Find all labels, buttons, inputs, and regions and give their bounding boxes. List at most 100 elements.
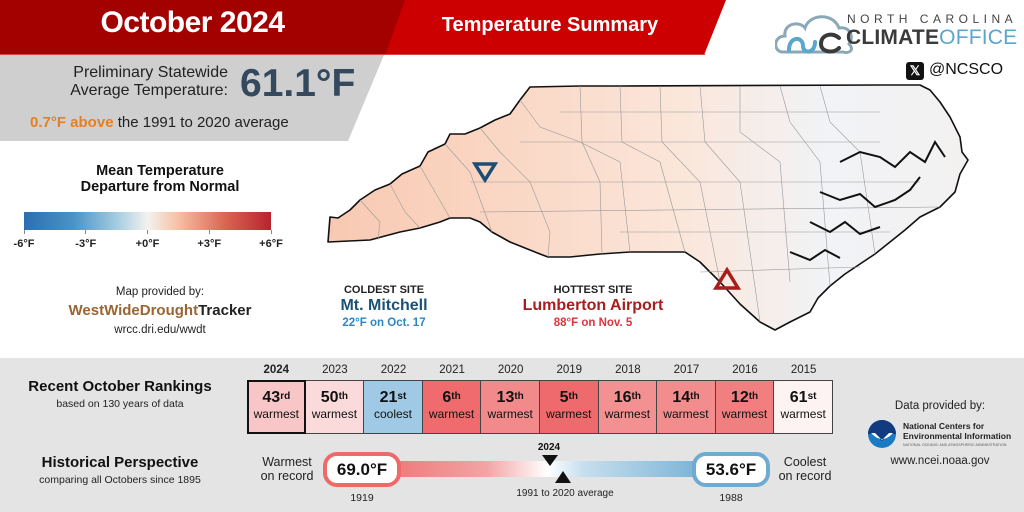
noaa-logo-icon — [868, 420, 896, 448]
legend-tick — [23, 230, 25, 234]
normal-average-marker-icon — [555, 471, 571, 483]
ranking-year: 2016 — [732, 364, 758, 376]
coolest-record-year: 1988 — [719, 492, 743, 504]
legend-tick — [270, 230, 272, 234]
ranking-year: 2020 — [497, 364, 524, 376]
departure-highlight: 0.7°F above — [30, 114, 114, 131]
ranking-year: 2024 — [263, 364, 290, 376]
ranking-box: 5th warmest — [539, 380, 599, 434]
ranking-year: 2019 — [556, 364, 583, 376]
current-year-label: 2024 — [537, 442, 561, 453]
coldest-site-heading: COLDEST SITE — [343, 284, 425, 296]
ranking-number: 50th — [320, 389, 349, 406]
ranking-box: 12th warmest — [715, 380, 775, 434]
social-handle[interactable]: @NCSCO — [929, 61, 1003, 79]
legend-tick-label: -3°F — [75, 238, 97, 250]
coolest-record-value: 53.6°F — [692, 452, 770, 487]
ranking-box: 16th warmest — [598, 380, 658, 434]
ranking-number: 43rd — [262, 389, 291, 406]
legend-tick-label: +0°F — [135, 238, 160, 250]
ranking-number: 12th — [730, 389, 759, 406]
ranking-year: 2015 — [790, 364, 817, 376]
ranking-description: warmest — [721, 407, 768, 421]
ranking-box: 14th warmest — [657, 380, 716, 434]
coolest-record-label: Coolest on record — [778, 455, 832, 483]
logo-text-top: NORTH CAROLINA — [847, 12, 1018, 26]
wwdt-brand: WestWideDroughtTracker — [68, 302, 252, 319]
rankings-strip: 2024 43rd warmest 2023 50th warmest 2022 21st co… — [247, 364, 833, 434]
hottest-site-heading: HOTTEST SITE — [553, 284, 633, 296]
ranking-item: 2019 5th warmest — [539, 364, 599, 434]
ranking-description: warmest — [253, 407, 299, 421]
ranking-item: 2020 13th warmest — [481, 364, 540, 434]
history-subtitle: comparing all Octobers since 1895 — [39, 474, 201, 486]
ranking-number: 5th — [559, 389, 578, 406]
coldest-site-name: Mt. Mitchell — [340, 297, 428, 314]
current-year-marker-icon — [542, 455, 558, 466]
logo-text-bottom: CLIMATEOFFICE — [846, 26, 1018, 49]
hottest-site-name: Lumberton Airport — [522, 297, 664, 314]
average-label: Preliminary Statewide Average Temperatur… — [70, 64, 228, 99]
warmest-record-value: 69.0°F — [323, 452, 401, 487]
ranking-box: 43rd warmest — [247, 380, 306, 434]
x-twitter-icon[interactable]: 𝕏 — [906, 62, 924, 80]
ranking-description: warmest — [546, 407, 592, 421]
legend-tick-label: +6°F — [259, 238, 283, 250]
page-subtitle: Temperature Summary — [441, 14, 659, 36]
history-title: Historical Perspective — [41, 454, 199, 471]
ranking-item: 2023 50th warmest — [305, 364, 365, 434]
ranking-description: warmest — [487, 407, 533, 421]
ranking-description: warmest — [311, 407, 358, 421]
ranking-description: coolest — [373, 407, 412, 421]
average-departure: 0.7°F above the 1991 to 2020 average — [30, 114, 289, 131]
hottest-site-detail: 88°F on Nov. 5 — [553, 317, 633, 329]
ranking-item: 2022 21st coolest — [364, 364, 423, 434]
ranking-item: 2018 16th warmest — [598, 364, 658, 434]
legend-tick-label: +3°F — [197, 238, 222, 250]
map-credit-label: Map provided by: — [115, 286, 205, 298]
ranking-box: 61st warmest — [774, 380, 833, 434]
ranking-item: 2021 6th warmest — [422, 364, 482, 434]
ranking-box: 50th warmest — [305, 380, 365, 434]
warmest-record-year: 1919 — [350, 492, 374, 504]
legend-tick — [147, 230, 148, 234]
ranking-year: 2022 — [380, 364, 407, 376]
page-title: October 2024 — [100, 6, 285, 39]
legend-title: Mean Temperature Departure from Normal — [80, 163, 240, 195]
ranking-number: 13th — [496, 389, 524, 406]
ranking-item: 2024 43rd warmest — [247, 364, 306, 434]
map-credit-url[interactable]: wrcc.dri.edu/wwdt — [60, 324, 260, 336]
ranking-description: warmest — [604, 407, 651, 421]
history-gradient-bar — [360, 461, 720, 477]
ranking-description: warmest — [663, 407, 709, 421]
ranking-number: 14th — [672, 389, 700, 406]
rankings-title: Recent October Rankings — [28, 378, 212, 395]
ranking-number: 61st — [789, 389, 817, 406]
hottest-site: HOTTEST SITE Lumberton Airport 88°F on N… — [493, 284, 693, 329]
rankings-subtitle: based on 130 years of data — [56, 398, 184, 410]
coldest-site-detail: 22°F on Oct. 17 — [342, 317, 426, 329]
ranking-item: 2015 61st warmest — [774, 364, 833, 434]
ranking-description: warmest — [428, 407, 475, 421]
data-credit-url[interactable]: www.ncei.noaa.gov — [860, 455, 1020, 467]
coldest-site: COLDEST SITE Mt. Mitchell 22°F on Oct. 1… — [284, 284, 484, 329]
ranking-year: 2017 — [673, 364, 700, 376]
ranking-description: warmest — [780, 407, 826, 421]
ranking-number: 21st — [379, 389, 407, 406]
ranking-box: 13th warmest — [481, 380, 540, 434]
ncei-subtitle: NATIONAL OCEANIC AND ATMOSPHERIC ADMINIS… — [903, 443, 1007, 447]
ranking-number: 6th — [442, 389, 461, 406]
legend-color-bar — [24, 212, 271, 230]
ranking-box: 21st coolest — [364, 380, 423, 434]
warmest-record-label: Warmest on record — [260, 455, 314, 483]
normal-average-label: 1991 to 2020 average — [516, 488, 614, 499]
ranking-year: 2023 — [322, 364, 348, 376]
ranking-number: 16th — [613, 389, 641, 406]
legend-tick-label: -6°F — [13, 238, 35, 250]
ranking-year: 2021 — [439, 364, 465, 376]
ncei-name: National Centers for Environmental Infor… — [903, 421, 1012, 441]
ranking-year: 2018 — [615, 364, 641, 376]
ranking-item: 2017 14th warmest — [657, 364, 716, 434]
legend-tick — [208, 230, 210, 234]
ranking-box: 6th warmest — [422, 380, 482, 434]
